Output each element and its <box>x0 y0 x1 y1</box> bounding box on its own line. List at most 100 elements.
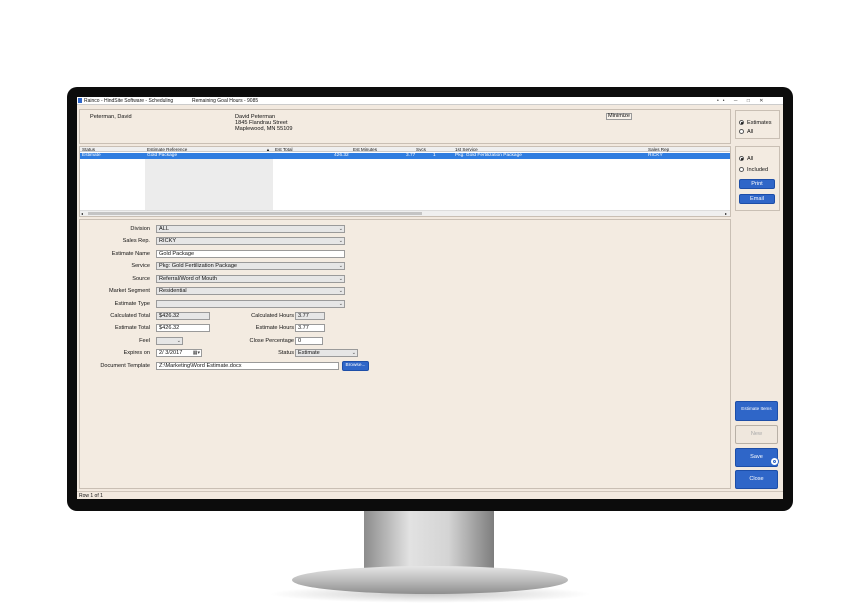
estimate-items-button[interactable]: Estimate Items <box>735 401 778 421</box>
goal-hours-text: Remaining Goal Hours - 9085 <box>192 98 259 104</box>
estimate-detail-panel: Division ALL ⌄ Sales Rep. RICKY ⌄ Estimate… <box>79 219 731 489</box>
cell-svcs: 1 <box>433 153 436 158</box>
cell-sales-rep: RICKY <box>648 153 663 158</box>
market-segment-value: Residential <box>159 288 187 294</box>
chevron-down-icon: ⌄ <box>338 276 343 282</box>
division-value: ALL <box>159 226 169 232</box>
estimate-total-label: Estimate Total <box>114 325 150 331</box>
new-button[interactable]: New <box>735 425 778 444</box>
chevron-down-icon: ⌄ <box>338 263 343 269</box>
division-select[interactable]: ALL ⌄ <box>156 225 345 233</box>
customer-panel: Peterman, David David Peterman 1845 Flan… <box>79 109 731 144</box>
chevron-down-icon: ⌄ <box>338 226 343 232</box>
all-items-radio-label: All <box>747 156 754 162</box>
service-label: Service <box>131 263 150 269</box>
calculated-total-label: Calculated Total <box>110 313 150 319</box>
cell-est-total: 426.32 <box>334 153 349 158</box>
service-value: Pkg: Gold Fertilization Package <box>159 263 238 269</box>
table-header: Status Estimate Reference ▲ Est Total Es… <box>80 147 730 152</box>
template-path-input[interactable]: Z:\Marketing\Word Estimate.docx <box>156 362 339 370</box>
all-items-radio[interactable] <box>739 156 744 161</box>
cell-est-minutes: 3.77 <box>406 153 416 158</box>
col-status[interactable]: Status <box>82 147 95 152</box>
feel-select[interactable]: ⌄ <box>156 337 183 345</box>
calculated-hours-field: 3.77 <box>295 312 325 320</box>
estimates-radio-label: Estimates <box>747 120 772 126</box>
source-select[interactable]: Referral/Word of Mouth ⌄ <box>156 275 345 283</box>
filter-panel-items: All Included Print Email <box>735 146 780 211</box>
included-radio-label: Included <box>747 167 769 173</box>
title-bar: Rainco - HindSite Software - Scheduling … <box>77 97 783 105</box>
app-icon <box>78 98 82 103</box>
close-percentage-input[interactable]: 0 <box>295 337 323 345</box>
cell-first-service: Pkg: Gold Fertilization Package <box>455 153 522 158</box>
scrollbar-thumb[interactable] <box>88 212 422 215</box>
estimate-name-input[interactable]: Gold Package <box>156 250 345 258</box>
col-est-minutes[interactable]: Est Minutes <box>353 147 377 152</box>
estimate-hours-label: Estimate Hours <box>255 325 294 331</box>
market-segment-label: Market Segment <box>108 288 150 294</box>
chevron-down-icon: ⌄ <box>338 238 343 244</box>
col-sales-rep[interactable]: Sales Rep <box>648 147 669 152</box>
reference-column-shade <box>145 159 273 210</box>
feel-label: Feel <box>139 338 150 344</box>
template-label: Document Template <box>100 363 150 369</box>
estimate-name-label: Estimate Name <box>111 251 150 257</box>
minimize-button[interactable]: Minimize <box>606 113 632 120</box>
source-value: Referral/Word of Mouth <box>159 276 218 282</box>
print-button[interactable]: Print <box>739 179 775 189</box>
service-select[interactable]: Pkg: Gold Fertilization Package ⌄ <box>156 262 345 270</box>
status-label: Status <box>278 350 294 356</box>
estimate-type-select[interactable]: ⌄ <box>156 300 345 308</box>
monitor-stand-neck <box>364 510 494 570</box>
col-estimate-reference[interactable]: Estimate Reference <box>147 147 187 152</box>
chevron-down-icon: ⌄ <box>338 301 343 307</box>
estimates-radio[interactable] <box>739 120 744 125</box>
close-percentage-label: Close Percentage <box>249 338 294 344</box>
address-city: Maplewood, MN 55109 <box>235 126 293 132</box>
col-first-service[interactable]: 1st Service <box>455 147 478 152</box>
all-radio[interactable] <box>739 129 744 134</box>
cell-status: Estimate <box>82 153 101 158</box>
calculated-hours-label: Calculated Hours <box>251 313 294 319</box>
sales-rep-value: RICKY <box>159 238 177 244</box>
estimate-type-label: Estimate Type <box>114 301 150 307</box>
calendar-icon[interactable]: ▦▾ <box>193 350 200 356</box>
monitor-stand-base <box>292 566 568 594</box>
scroll-left-icon[interactable]: ◂ <box>81 211 83 216</box>
customer-name: Peterman, David <box>90 114 132 120</box>
sort-indicator-icon: ▲ <box>266 147 270 152</box>
col-est-total[interactable]: Est Total <box>275 147 293 152</box>
included-radio[interactable] <box>739 167 744 172</box>
division-label: Division <box>130 226 150 232</box>
filter-panel-estimates: Estimates All <box>735 110 780 139</box>
cell-estimate-reference: Gold Package <box>147 153 178 158</box>
scroll-right-icon[interactable]: ▸ <box>725 211 727 216</box>
close-button[interactable]: Close <box>735 470 778 489</box>
horizontal-scrollbar[interactable]: ◂ ▸ <box>80 210 730 216</box>
chevron-down-icon: ⌄ <box>176 338 181 344</box>
market-segment-select[interactable]: Residential ⌄ <box>156 287 345 295</box>
chevron-down-icon: ⌄ <box>351 350 356 356</box>
status-bar: Row 1 of 1 <box>77 491 783 499</box>
expires-value: 2/ 3/2017 <box>159 350 183 356</box>
app-window: Rainco - HindSite Software - Scheduling … <box>77 97 783 499</box>
expires-date-picker[interactable]: 2/ 3/2017 ▦▾ <box>156 349 202 357</box>
estimate-hours-input[interactable]: 3.77 <box>295 324 325 332</box>
sales-rep-select[interactable]: RICKY ⌄ <box>156 237 345 245</box>
source-label: Source <box>132 276 150 282</box>
browse-button[interactable]: Browse... <box>342 361 369 371</box>
sales-rep-label: Sales Rep. <box>122 238 150 244</box>
col-svcs[interactable]: Svcs <box>416 147 426 152</box>
expires-label: Expires on <box>123 350 150 356</box>
window-title: Rainco - HindSite Software - Scheduling <box>84 98 174 104</box>
chevron-down-icon: ⌄ <box>338 288 343 294</box>
status-value: Estimate <box>298 350 320 356</box>
estimate-total-input[interactable]: $426.32 <box>156 324 210 332</box>
calculated-total-field: $426.32 <box>156 312 210 320</box>
window-controls[interactable]: •• ─ □ ✕ <box>717 98 767 104</box>
sync-badge-icon <box>770 457 779 466</box>
email-button[interactable]: Email <box>739 194 775 204</box>
all-radio-label: All <box>747 129 754 135</box>
status-select[interactable]: Estimate ⌄ <box>295 349 358 357</box>
